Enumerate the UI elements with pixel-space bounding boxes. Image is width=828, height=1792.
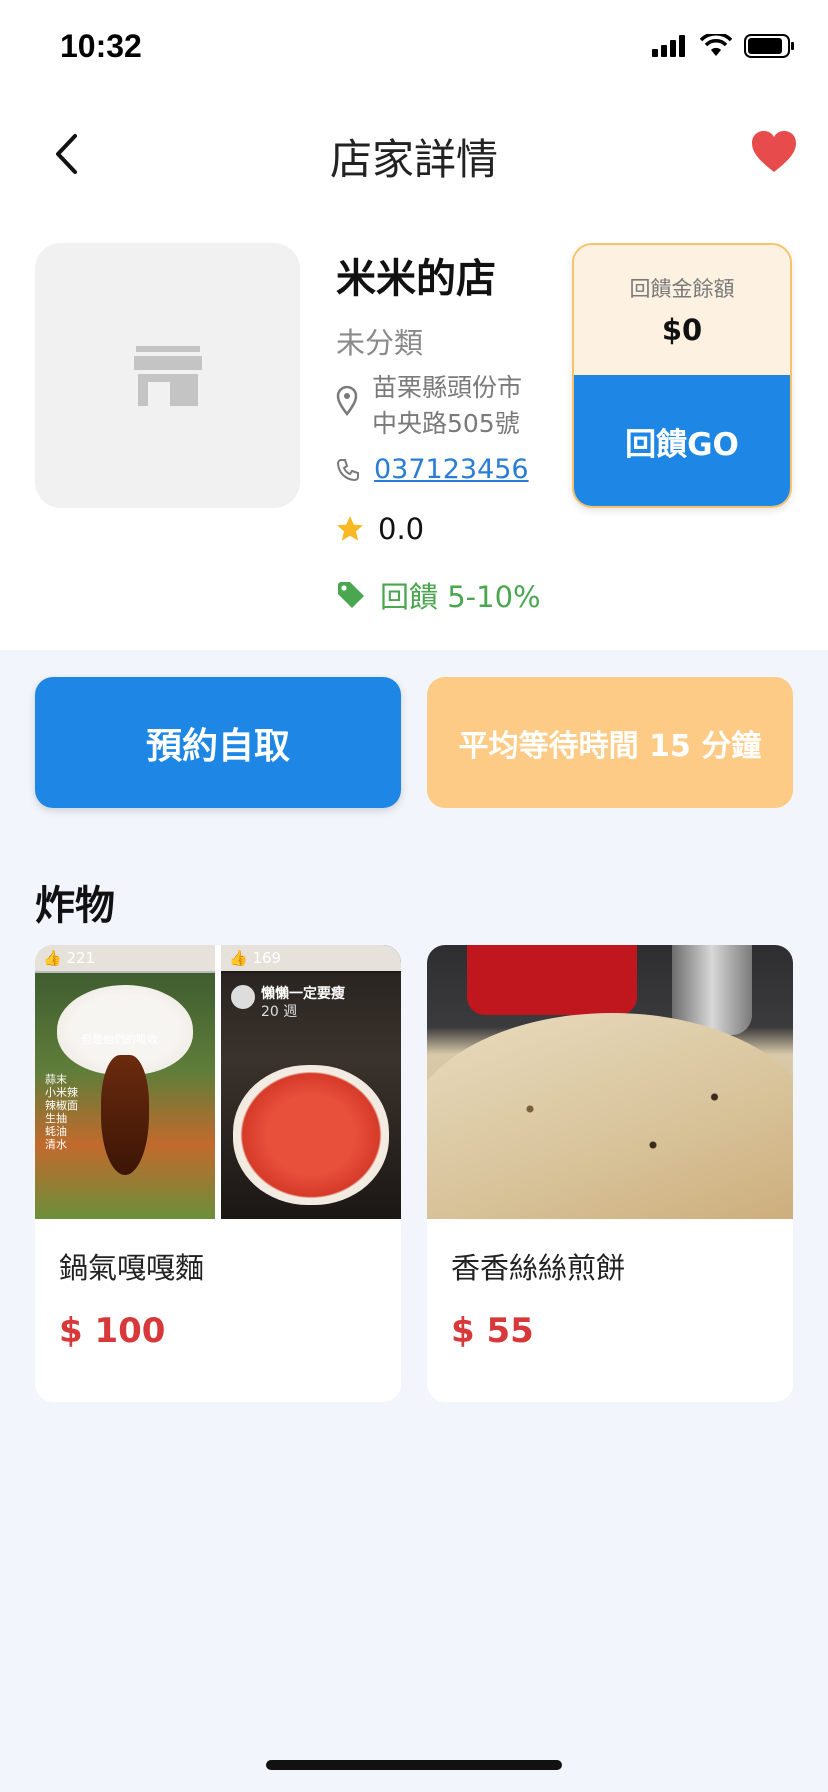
phone-row: 037123456 <box>336 454 529 485</box>
balance-display: 回饋金餘額 $0 <box>574 245 790 375</box>
star-icon <box>337 516 363 541</box>
storefront-icon <box>133 345 202 406</box>
tag-icon <box>338 582 364 608</box>
balance-value: $0 <box>661 313 703 347</box>
sauce-pour <box>101 1055 149 1175</box>
store-category: 未分類 <box>336 326 424 360</box>
reserve-pickup-button[interactable]: 預約自取 <box>35 677 401 808</box>
product-price: $ 100 <box>59 1311 166 1351</box>
likes-count: 221 <box>66 949 96 967</box>
thumbs-up-icon: 👍 <box>43 949 62 967</box>
thumbs-up-icon: 👍 <box>229 949 248 967</box>
product-image: 👍 221 但是他們的吸收 蒜末 小米辣 辣椒面 生抽 蚝油 清水 👍 169 … <box>35 945 401 1219</box>
home-indicator <box>266 1760 562 1770</box>
likes-count: 169 <box>252 949 282 967</box>
product-price: $ 55 <box>451 1311 534 1351</box>
store-address: 苗栗縣頭份市中央路505號 <box>372 373 523 438</box>
product-name: 鍋氣嘎嘎麵 <box>59 1251 205 1285</box>
product-card[interactable]: 👍 221 但是他們的吸收 蒜末 小米辣 辣椒面 生抽 蚝油 清水 👍 169 … <box>35 945 401 1402</box>
battery-icon <box>744 34 794 58</box>
status-icons <box>652 34 796 58</box>
header: 店家詳情 <box>0 100 828 210</box>
post-age: 20 週 <box>261 1004 298 1020</box>
cashback-balance-card: 回饋金餘額 $0 回饋GO <box>572 243 792 508</box>
status-bar: 10:32 <box>0 0 828 100</box>
red-mug <box>467 945 637 1015</box>
store-info-section: 米米的店 未分類 苗栗縣頭份市中央路505號 037123456 0.0 回饋 … <box>0 210 828 650</box>
photo-caption: 但是他們的吸收 <box>81 1033 158 1046</box>
location-pin-icon <box>336 386 358 416</box>
favorite-button[interactable] <box>750 130 800 180</box>
likes-bar: 👍 169 <box>221 945 401 971</box>
phone-link[interactable]: 037123456 <box>374 454 529 485</box>
store-rating: 0.0 <box>378 512 425 546</box>
collage-right-photo: 👍 169 懶懶一定要瘦 20 週 <box>221 945 401 1219</box>
product-image <box>427 945 793 1219</box>
signal-icon <box>652 35 685 57</box>
pancake <box>427 1013 793 1219</box>
store-name: 米米的店 <box>336 256 496 302</box>
phone-icon <box>336 458 359 481</box>
balance-label: 回饋金餘額 <box>629 277 735 301</box>
address-row: 苗栗縣頭份市中央路505號 <box>336 370 546 442</box>
average-wait-badge: 平均等待時間 15 分鐘 <box>427 677 793 808</box>
author-avatar <box>231 985 255 1009</box>
status-time: 10:32 <box>60 28 142 64</box>
photo-side-labels: 蒜末 小米辣 辣椒面 生抽 蚝油 清水 <box>45 1073 78 1151</box>
store-image-placeholder <box>35 243 300 508</box>
page-title: 店家詳情 <box>329 135 498 184</box>
cashback-rate: 回饋 5-10% <box>380 580 541 614</box>
heart-icon <box>752 131 796 172</box>
likes-bar: 👍 221 <box>35 945 215 971</box>
cashback-go-button[interactable]: 回饋GO <box>574 375 790 506</box>
product-name: 香香絲絲煎餅 <box>451 1251 626 1285</box>
collage-left-photo: 👍 221 但是他們的吸收 蒜末 小米辣 辣椒面 生抽 蚝油 清水 <box>35 945 215 1219</box>
product-card[interactable]: 香香絲絲煎餅 $ 55 <box>427 945 793 1402</box>
author-name: 懶懶一定要瘦 <box>261 986 345 1002</box>
menu-category-title: 炸物 <box>35 883 115 929</box>
wifi-icon <box>700 34 732 56</box>
chili-bowl <box>233 1065 389 1205</box>
cashback-row: 回饋 5-10% <box>336 574 541 616</box>
rating-row: 0.0 <box>336 512 424 546</box>
